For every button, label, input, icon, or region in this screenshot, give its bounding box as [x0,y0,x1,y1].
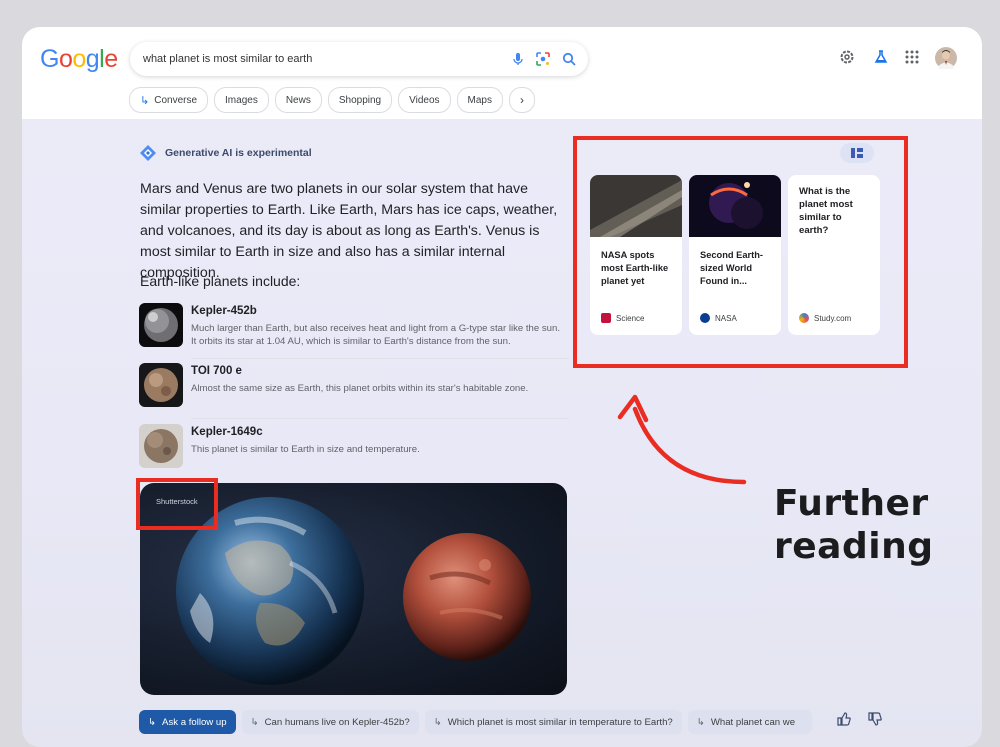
sge-sparkle-icon [140,145,156,161]
apps-icon[interactable] [904,49,920,65]
labs-icon[interactable] [873,49,889,65]
highlight-box [573,136,908,368]
tab-videos[interactable]: Videos [398,87,451,113]
ai-badge-text: Generative AI is experimental [165,147,312,159]
planet-thumbnail [139,424,183,468]
lens-icon[interactable] [535,51,551,67]
planet-name: Kepler-1649c [191,426,263,438]
planet-description: Much larger than Earth, but also receive… [191,323,561,347]
planet-name: Kepler-452b [191,305,257,317]
logo-letter: o [72,45,86,73]
chip-label: What planet can we [710,716,796,728]
planet-name: TOI 700 e [191,365,242,377]
search-icon[interactable] [561,51,577,67]
tab-label: Videos [409,94,440,106]
thumbs-down-icon[interactable] [868,712,882,726]
planet-thumbnail [139,363,183,407]
tab-label: News [285,94,311,106]
arrow-icon: ↳ [696,716,705,728]
planet-thumbnail [139,303,183,347]
mic-icon[interactable] [510,51,526,67]
follow-up-bar: ↳ Ask a follow up ↳ Can humans live on K… [139,710,812,734]
settings-icon[interactable] [839,49,855,65]
logo-letter: g [85,45,100,73]
search-header: Google what planet is most similar to ea… [22,27,982,119]
suggestion-chip[interactable]: ↳ What planet can we [687,710,812,734]
further-reading-annotation: Further reading [774,482,933,568]
logo-letter: e [104,45,118,73]
more-tabs-button[interactable]: › [508,87,535,113]
tab-converse[interactable]: ↳ Converse [129,87,209,113]
arrow-icon: ↳ [433,716,442,728]
ai-experimental-label: Generative AI is experimental [139,144,312,162]
ask-follow-up-button[interactable]: ↳ Ask a follow up [139,710,236,734]
suggestion-chip[interactable]: ↳ Can humans live on Kepler-452b? [241,710,419,734]
arrow-icon: ↳ [148,716,157,728]
chip-label: Can humans live on Kepler-452b? [264,716,410,728]
logo-letter: G [40,45,59,73]
ai-summary: Mars and Venus are two planets in our so… [140,181,558,281]
annotation-arrow [617,394,747,485]
tab-label: Shopping [338,94,382,106]
avatar[interactable] [935,47,957,69]
divider [191,358,569,359]
tab-label: Images [225,94,258,106]
tab-label: Maps [467,94,492,106]
earth-like-heading: Earth-like planets include: [140,273,301,289]
tab-news[interactable]: News [274,87,322,113]
chip-label: Which planet is most similar in temperat… [447,716,673,728]
search-query[interactable]: what planet is most similar to earth [143,53,312,65]
logo-letter: o [58,45,73,73]
search-tabs: ↳ Converse Images News Shopping Videos M… [129,87,535,113]
tab-shopping[interactable]: Shopping [327,87,393,113]
divider [191,418,569,419]
planet-description: This planet is similar to Earth in size … [191,444,420,455]
search-input[interactable]: what planet is most similar to earth [130,42,588,76]
browser-frame: Google what planet is most similar to ea… [22,27,982,747]
tab-label: Converse [154,94,198,106]
suggestion-chip[interactable]: ↳ Which planet is most similar in temper… [424,710,682,734]
arrow-icon: ↳ [250,716,259,728]
thumbs-up-icon[interactable] [837,712,851,726]
google-logo[interactable]: Google [40,45,118,74]
arrow-icon: ↳ [140,94,150,107]
tab-maps[interactable]: Maps [456,87,503,113]
planet-description: Almost the same size as Earth, this plan… [191,383,529,394]
credit-highlight-box [136,478,218,530]
annotation-line: reading [774,526,934,567]
chevron-right-icon: › [519,93,524,107]
tab-images[interactable]: Images [214,87,269,113]
annotation-line: Further [774,483,929,524]
chip-label: Ask a follow up [162,716,227,728]
